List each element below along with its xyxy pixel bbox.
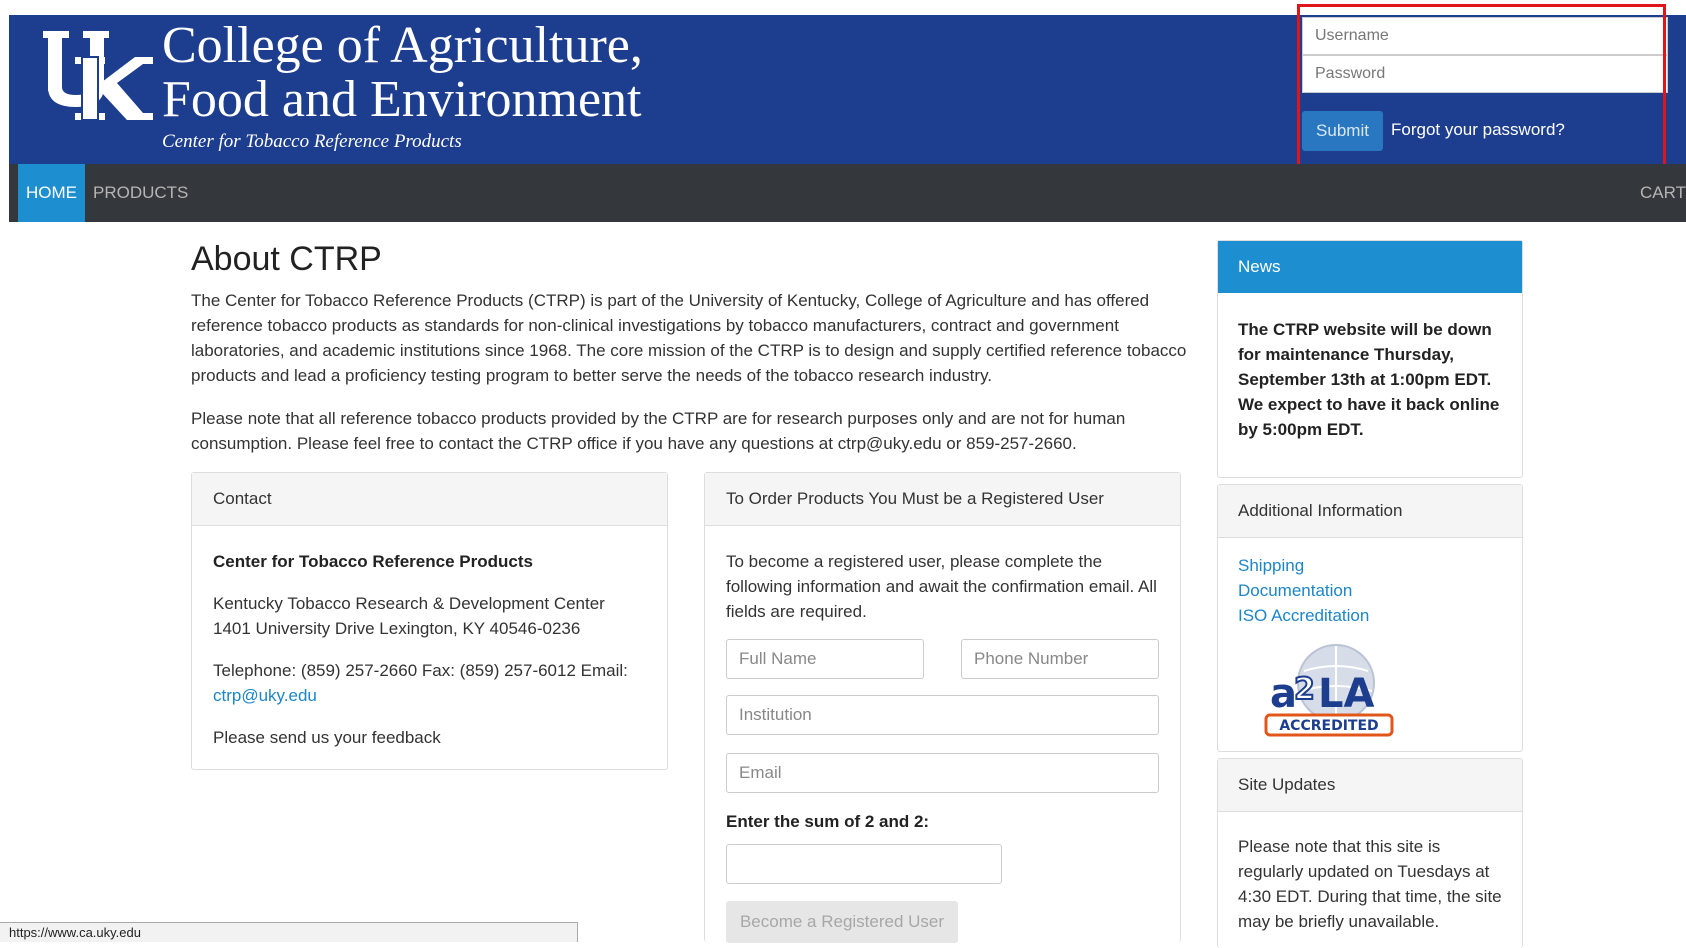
contact-email-link[interactable]: ctrp@uky.edu xyxy=(213,686,317,705)
phone-number-input[interactable] xyxy=(961,639,1159,679)
page-title: About CTRP xyxy=(191,240,382,278)
college-title[interactable]: College of Agriculture, Food and Environ… xyxy=(162,19,643,127)
contact-org: Center for Tobacco Reference Products xyxy=(213,552,533,571)
contact-address-line1: Kentucky Tobacco Research & Development … xyxy=(213,594,605,613)
svg-text:LA: LA xyxy=(1318,671,1374,717)
note-paragraph: Please note that all reference tobacco p… xyxy=(191,409,1126,453)
shipping-link[interactable]: Shipping xyxy=(1238,553,1369,578)
feedback-link[interactable]: Please send us your feedback xyxy=(213,725,653,750)
badge-text: ACCREDITED xyxy=(1279,718,1378,734)
college-title-line1: College of Agriculture, xyxy=(162,17,643,74)
additional-info-links: Shipping Documentation ISO Accreditation xyxy=(1238,553,1369,628)
intro-paragraph: The Center for Tobacco Reference Product… xyxy=(191,291,1187,385)
svg-text:2: 2 xyxy=(1294,672,1315,707)
news-body: The CTRP website will be down for mainte… xyxy=(1238,320,1500,439)
site-updates-body: Please note that this site is regularly … xyxy=(1238,837,1502,931)
documentation-link[interactable]: Documentation xyxy=(1238,578,1369,603)
college-title-line2: Food and Environment xyxy=(162,71,642,128)
contact-address: Kentucky Tobacco Research & Development … xyxy=(213,591,653,641)
contact-address-line2: 1401 University Drive Lexington, KY 4054… xyxy=(213,619,581,638)
uk-logo-icon[interactable] xyxy=(39,27,157,123)
email-input[interactable] xyxy=(726,753,1159,793)
site-updates-heading: Site Updates xyxy=(1218,759,1522,812)
become-registered-button[interactable]: Become a Registered User xyxy=(726,901,958,943)
highlight-annotation xyxy=(1297,4,1666,175)
main-navbar: HOME PRODUCTS CART xyxy=(9,164,1686,222)
news-panel: News The CTRP website will be down for m… xyxy=(1217,240,1523,478)
contact-phone-text: Telephone: (859) 257-2660 Fax: (859) 257… xyxy=(213,661,628,680)
register-panel: To Order Products You Must be a Register… xyxy=(704,472,1181,943)
register-instructions: To become a registered user, please comp… xyxy=(726,552,1157,621)
svg-text:a: a xyxy=(1270,671,1297,717)
page: College of Agriculture, Food and Environ… xyxy=(0,0,1686,948)
site-updates-panel: Site Updates Please note that this site … xyxy=(1217,758,1523,948)
captcha-label: Enter the sum of 2 and 2: xyxy=(726,812,930,831)
contact-phone: Telephone: (859) 257-2660 Fax: (859) 257… xyxy=(213,658,653,708)
nav-home[interactable]: HOME xyxy=(18,164,85,222)
additional-info-panel: Additional Information Shipping Document… xyxy=(1217,484,1523,752)
contact-heading: Contact xyxy=(192,473,667,526)
center-subtitle: Center for Tobacco Reference Products xyxy=(162,131,462,152)
a2la-accredited-badge-icon[interactable]: a 2 LA ACCREDITED xyxy=(1254,641,1394,741)
institution-input[interactable] xyxy=(726,695,1159,735)
full-name-input[interactable] xyxy=(726,639,924,679)
captcha-input[interactable] xyxy=(726,844,1002,884)
news-heading: News xyxy=(1218,241,1522,293)
register-heading: To Order Products You Must be a Register… xyxy=(705,473,1180,526)
contact-panel: Contact Center for Tobacco Reference Pro… xyxy=(191,472,668,770)
contact-body: Center for Tobacco Reference Products Ke… xyxy=(213,549,653,767)
nav-products[interactable]: PRODUCTS xyxy=(93,164,188,222)
iso-accreditation-link[interactable]: ISO Accreditation xyxy=(1238,603,1369,628)
additional-info-heading: Additional Information xyxy=(1218,485,1522,538)
nav-cart[interactable]: CART xyxy=(1640,164,1686,222)
browser-status-bar: https://www.ca.uky.edu xyxy=(0,922,578,942)
